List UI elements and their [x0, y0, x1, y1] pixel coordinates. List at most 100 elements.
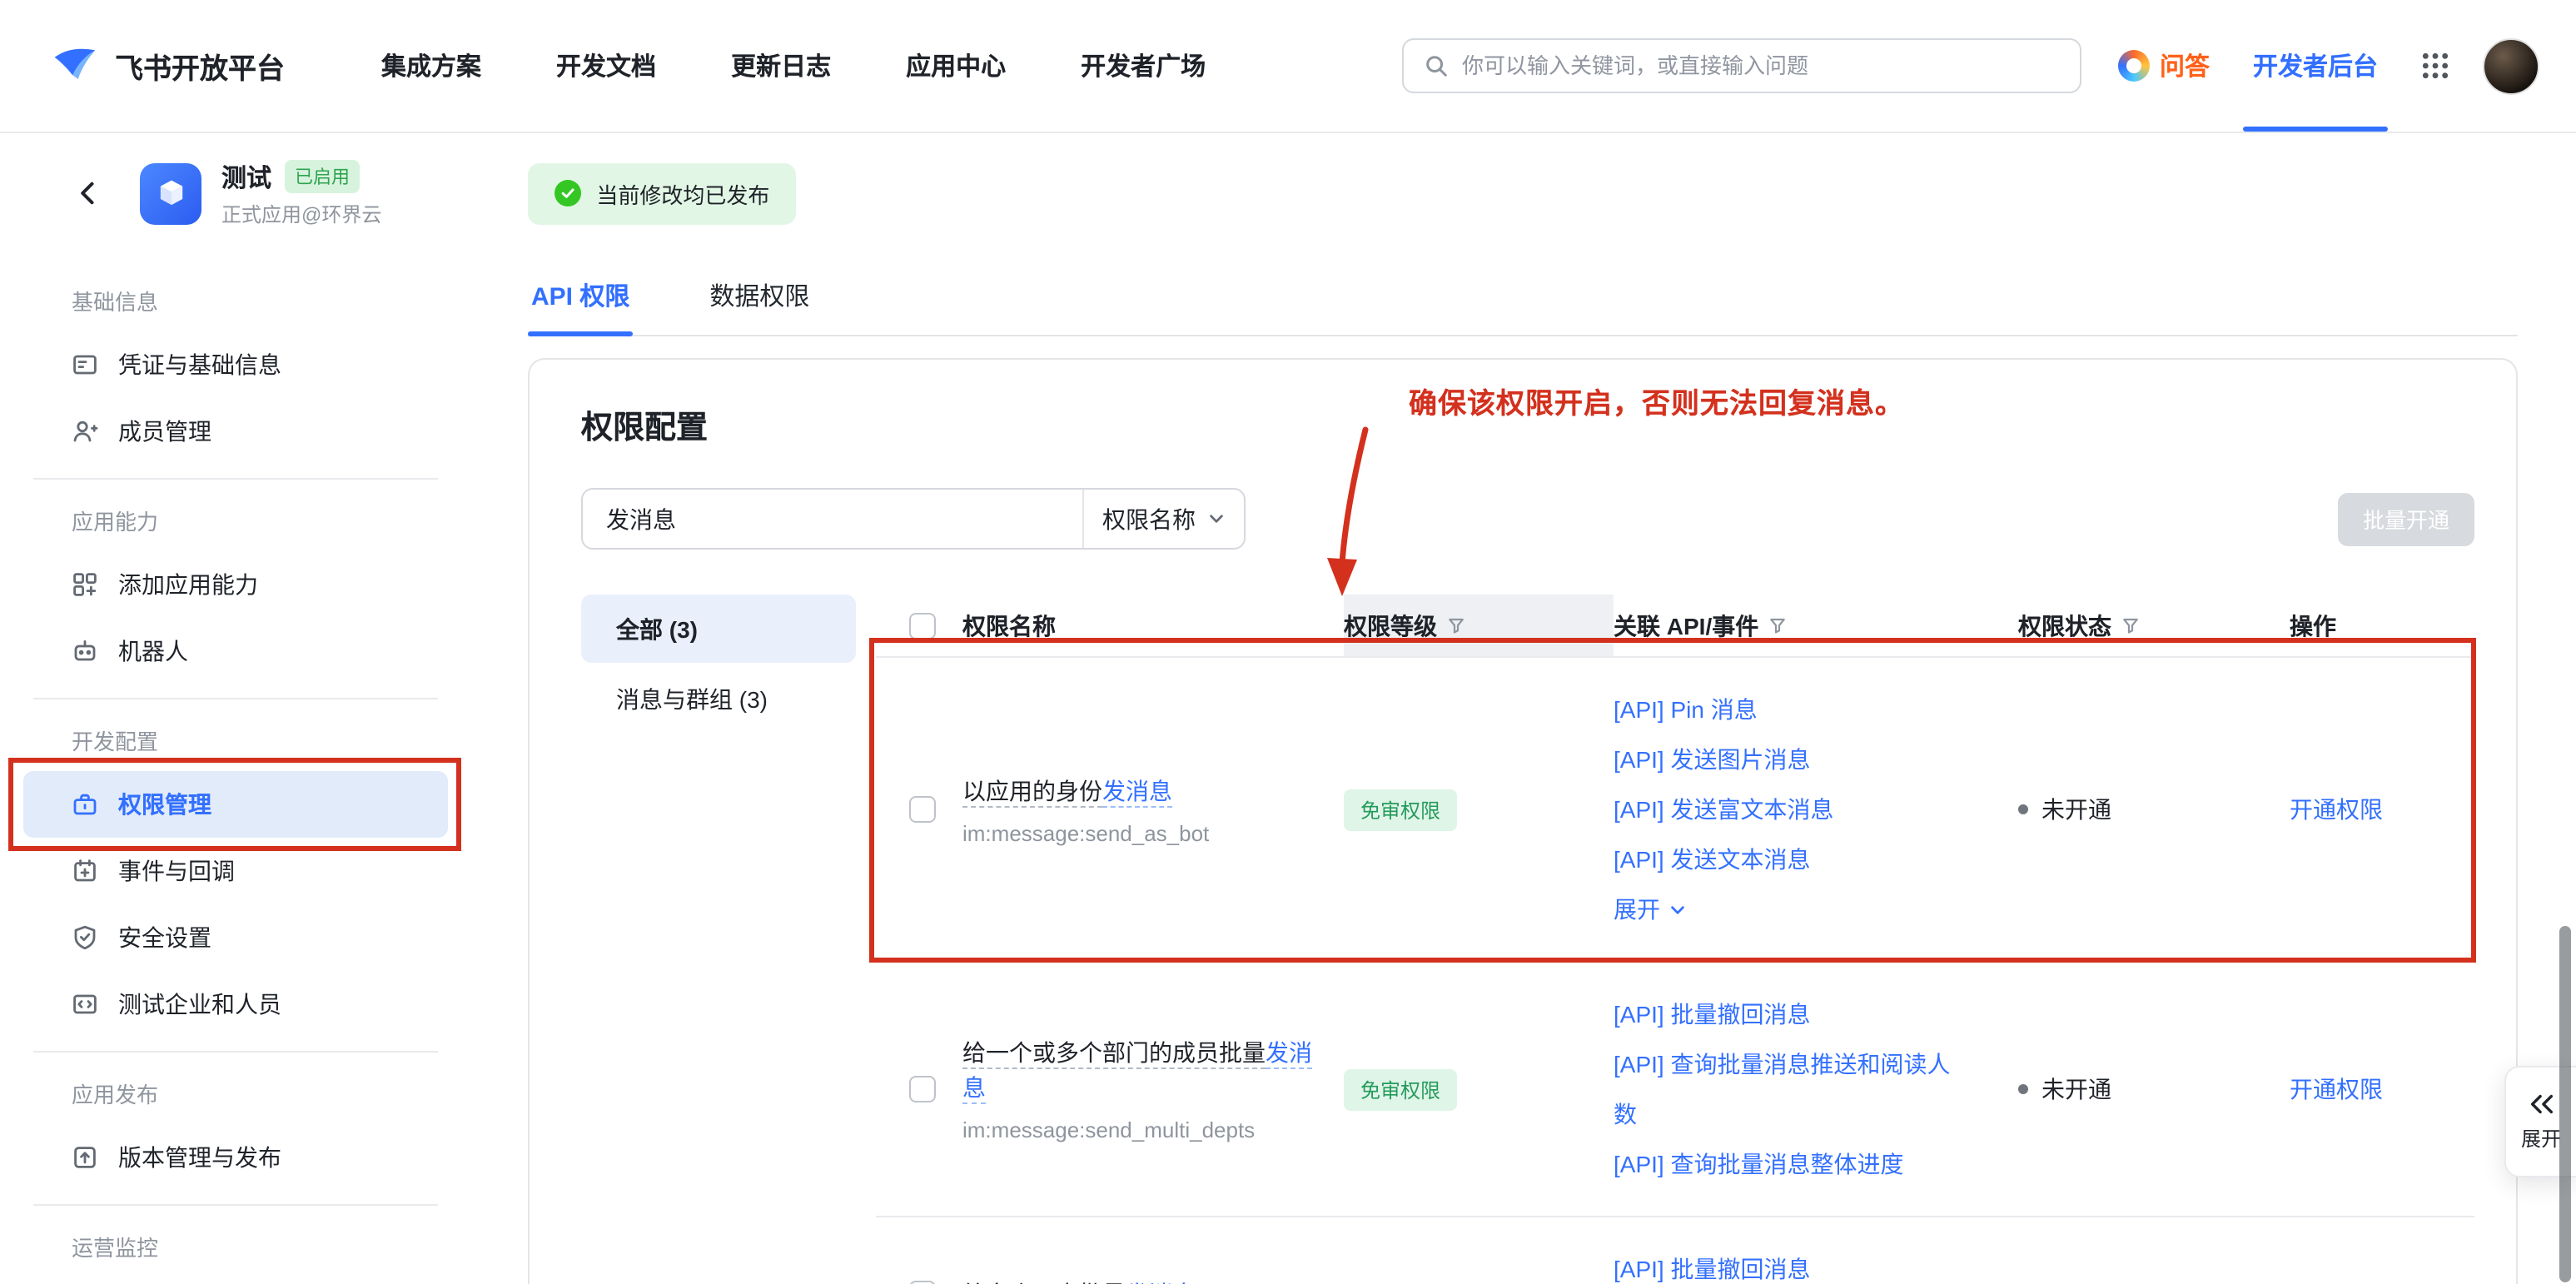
top-navbar: 飞书开放平台 集成方案 开发文档 更新日志 应用中心 开发者广场 问答 开发者后…: [0, 0, 2576, 133]
header-permission-level[interactable]: 权限等级: [1344, 595, 1614, 656]
sidebar-item-events[interactable]: 事件与回调: [23, 838, 448, 904]
nav-item-docs[interactable]: 开发文档: [556, 48, 656, 83]
header-action: 操作: [2290, 595, 2478, 656]
nav-item-dev-console[interactable]: 开发者后台: [2253, 0, 2378, 132]
sidebar-item-add-capability[interactable]: 添加应用能力: [23, 551, 448, 618]
api-link[interactable]: [API] 发送图片消息: [1614, 734, 1810, 784]
publish-status-text: 当前修改均已发布: [596, 177, 769, 209]
members-icon: [72, 418, 98, 445]
primary-nav: 集成方案 开发文档 更新日志 应用中心 开发者广场: [381, 48, 1206, 83]
level-badge: 免审权限: [1344, 789, 1457, 830]
code-brackets-icon: [72, 991, 98, 1018]
search-type-select[interactable]: 权限名称: [1082, 490, 1244, 548]
app-name: 测试: [221, 159, 271, 194]
sidebar-section-monitor: 运营监控: [0, 1219, 471, 1277]
qa-ring-icon: [2118, 50, 2150, 82]
status-dot-icon: [2018, 1084, 2028, 1094]
nav-item-changelog[interactable]: 更新日志: [731, 48, 831, 83]
main-content: API 权限 数据权限 权限配置 权限名称 批量开通: [471, 253, 2576, 1284]
row-checkbox[interactable]: [909, 796, 936, 823]
nav-item-integration[interactable]: 集成方案: [381, 48, 481, 83]
apps-grid-icon[interactable]: [2421, 52, 2449, 80]
expand-panel-label: 展开: [2521, 1123, 2561, 1152]
filter-funnel-icon[interactable]: [1447, 616, 1465, 635]
vertical-scrollbar[interactable]: [2559, 926, 2571, 1282]
calendar-event-icon: [72, 858, 98, 884]
briefcase-icon: [72, 791, 98, 818]
header-related-api[interactable]: 关联 API/事件: [1614, 595, 2018, 656]
check-circle-icon: [554, 180, 581, 207]
sidebar-item-version-release[interactable]: 版本管理与发布: [23, 1124, 448, 1191]
batch-open-button[interactable]: 批量开通: [2338, 492, 2474, 545]
search-icon: [1424, 53, 1449, 78]
app-meta: 测试 已启用 正式应用@环界云: [221, 159, 381, 227]
permission-name-link[interactable]: 发消息: [1126, 1280, 1196, 1284]
brand-home-link[interactable]: 飞书开放平台: [50, 41, 285, 91]
table-row-send-multi-depts: 给一个或多个部门的成员批量发消息 im:message:send_multi_d…: [876, 963, 2474, 1217]
api-link[interactable]: [API] Pin 消息: [1614, 684, 1758, 734]
open-permission-link[interactable]: 开通权限: [2290, 1072, 2383, 1106]
capability-grid-icon: [72, 571, 98, 598]
sidebar-divider: [33, 1051, 438, 1053]
sidebar-item-security[interactable]: 安全设置: [23, 904, 448, 971]
row-checkbox[interactable]: [909, 1076, 936, 1102]
api-link[interactable]: [API] 批量撤回消息: [1614, 989, 1810, 1039]
nav-item-dev-plaza[interactable]: 开发者广场: [1081, 48, 1206, 83]
api-link[interactable]: [API] 查询批量消息推送和阅读人数: [1614, 1039, 1972, 1139]
robot-icon: [72, 638, 98, 664]
api-link[interactable]: [API] 发送文本消息: [1614, 834, 1810, 884]
permission-search-input[interactable]: [583, 490, 1082, 548]
app-enabled-badge: 已启用: [285, 160, 360, 193]
permission-name: 给一个或多个部门的成员批量发消息: [962, 1036, 1317, 1106]
permission-search: 权限名称: [581, 488, 1246, 550]
tab-api-permission[interactable]: API 权限: [528, 263, 633, 335]
header-permission-status[interactable]: 权限状态: [2018, 595, 2290, 656]
nav-item-app-center[interactable]: 应用中心: [906, 48, 1006, 83]
publish-status-pill: 当前修改均已发布: [528, 162, 796, 224]
permission-card: 权限配置 权限名称 批量开通 全: [528, 358, 2518, 1284]
status-text: 未开通: [2041, 1072, 2111, 1106]
credential-card-icon: [72, 351, 98, 378]
sidebar-divider: [33, 1204, 438, 1206]
permission-tabs: API 权限 数据权限: [528, 253, 2518, 336]
permission-name: 给多个用户批量发消息: [962, 1277, 1196, 1284]
category-all[interactable]: 全部 (3): [581, 595, 856, 663]
open-permission-link[interactable]: 开通权限: [2290, 793, 2383, 826]
filter-funnel-icon[interactable]: [2121, 616, 2140, 635]
app-icon: [140, 162, 201, 224]
api-link[interactable]: [API] 查询批量消息整体进度: [1614, 1139, 1903, 1189]
qa-link[interactable]: 问答: [2118, 48, 2210, 83]
permission-name-link[interactable]: 发消息: [1102, 777, 1172, 807]
permission-body: 全部 (3) 消息与群组 (3) 权限名称 权限等级: [581, 595, 2474, 1284]
sidebar-item-bot[interactable]: 机器人: [23, 618, 448, 684]
search-input[interactable]: [1462, 53, 2060, 78]
level-badge: 免审权限: [1344, 1068, 1457, 1110]
sidebar-item-test-org[interactable]: 测试企业和人员: [23, 971, 448, 1038]
api-link[interactable]: [API] 批量撤回消息: [1614, 1244, 1810, 1284]
permission-table: 权限名称 权限等级 关联 API/事件: [876, 595, 2474, 1284]
row-checkbox[interactable]: [909, 1281, 936, 1284]
feishu-logo-icon: [50, 41, 100, 91]
app-subtitle: 正式应用@环界云: [221, 199, 381, 227]
category-message-group[interactable]: 消息与群组 (3): [581, 664, 856, 733]
filter-funnel-icon[interactable]: [1768, 616, 1787, 635]
expand-apis-link[interactable]: 展开: [1614, 884, 1687, 934]
page: 飞书开放平台 集成方案 开发文档 更新日志 应用中心 开发者广场 问答 开发者后…: [0, 0, 2576, 1284]
shield-icon: [72, 924, 98, 951]
header-permission-name: 权限名称: [962, 595, 1344, 656]
select-all-checkbox[interactable]: [909, 612, 936, 639]
sidebar-section-release: 应用发布: [0, 1066, 471, 1124]
back-icon[interactable]: [73, 178, 103, 208]
tab-data-permission[interactable]: 数据权限: [706, 263, 813, 335]
sidebar-item-permissions[interactable]: 权限管理: [23, 771, 448, 838]
user-avatar[interactable]: [2483, 37, 2539, 94]
status-dot-icon: [2018, 804, 2028, 814]
status-text: 未开通: [2041, 793, 2111, 826]
sidebar-item-members[interactable]: 成员管理: [23, 398, 448, 465]
global-search[interactable]: [1402, 38, 2081, 93]
sidebar: 基础信息 凭证与基础信息 成员管理 应用能力: [0, 253, 471, 1284]
api-link[interactable]: [API] 发送富文本消息: [1614, 784, 1833, 834]
sidebar-item-credentials[interactable]: 凭证与基础信息: [23, 331, 448, 398]
chevron-down-icon: [1668, 900, 1687, 918]
app-header: 测试 已启用 正式应用@环界云 当前修改均已发布: [0, 133, 2576, 253]
